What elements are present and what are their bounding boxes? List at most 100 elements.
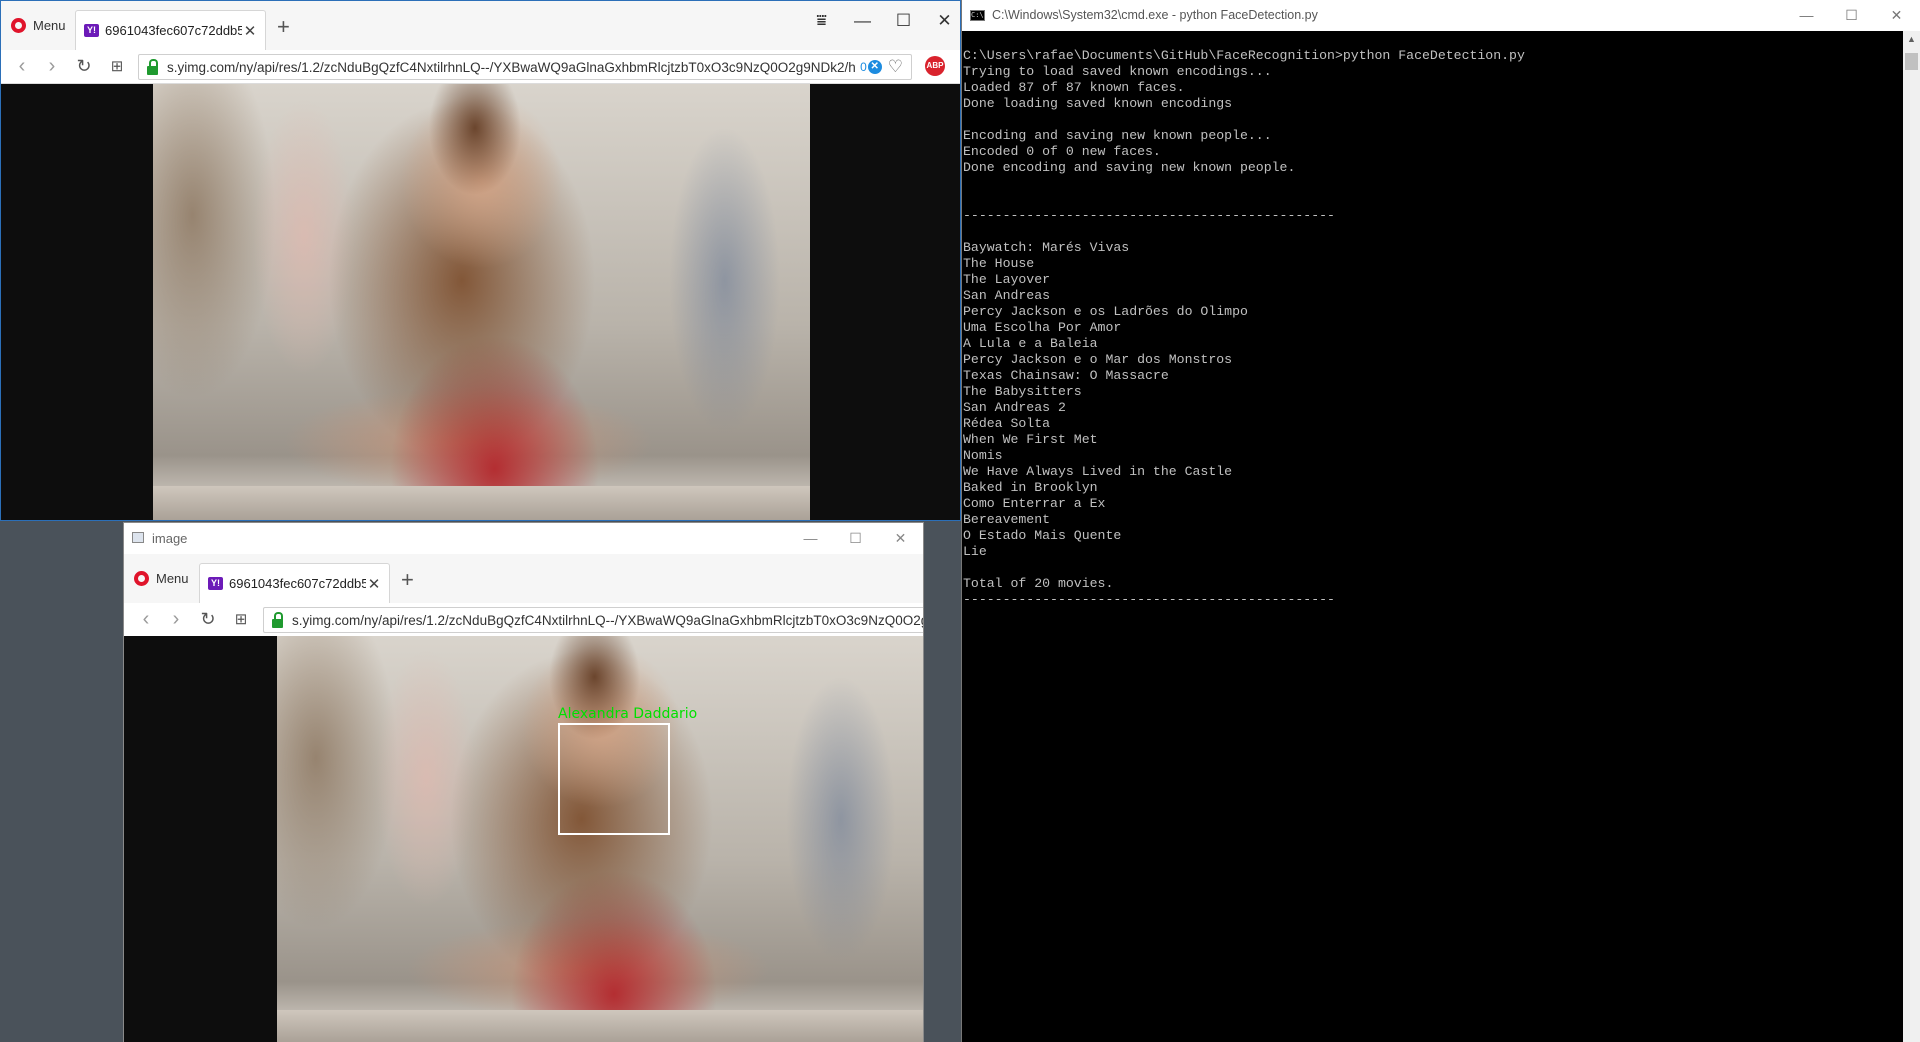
console-line: Nomis <box>963 448 1003 463</box>
console-output: C:\Users\rafae\Documents\GitHub\FaceReco… <box>963 48 1525 608</box>
console-line: Encoding and saving new known people... <box>963 128 1272 143</box>
image-window-titlebar: image — ☐ ✕ <box>124 523 923 555</box>
console-body[interactable]: C:\Users\rafae\Documents\GitHub\FaceReco… <box>962 31 1920 1042</box>
image-window-title: image <box>152 531 188 546</box>
opera-menu-button[interactable]: Menu <box>11 1 66 50</box>
console-line: Uma Escolha Por Amor <box>963 320 1122 335</box>
blocked-count: 0 <box>860 60 867 74</box>
annotated-photo-image <box>277 636 923 1042</box>
console-window: C:\ C:\Windows\System32\cmd.exe - python… <box>961 0 1920 1042</box>
reload-button[interactable]: ↻ <box>73 50 95 83</box>
image-window: image — ☐ ✕ Menu Y! 6961043fec607c72ddb5… <box>123 522 924 1042</box>
opera-logo-icon <box>11 18 26 33</box>
browser-window-top: Menu Y! 6961043fec607c72ddb531 ✕ + ⩸ — ☐… <box>0 0 961 521</box>
face-label: Alexandra Daddario <box>558 706 698 722</box>
address-toolbar: ‹ › ↻ ⊞ s.yimg.com/ny/api/res/1.2/zcNduB… <box>124 603 923 637</box>
console-close-button[interactable]: ✕ <box>1874 0 1919 35</box>
speed-dial-icon[interactable]: ⊞ <box>230 603 252 636</box>
back-button[interactable]: ‹ <box>135 603 157 636</box>
menu-label: Menu <box>156 571 189 586</box>
photo-table <box>153 486 810 520</box>
blocker-badge-icon[interactable]: ✕ <box>867 60 882 74</box>
tab-title: 6961043fec607c72ddb531 <box>229 576 366 591</box>
back-button[interactable]: ‹ <box>11 50 33 83</box>
cmd-app-icon: C:\ <box>970 10 985 21</box>
address-bar[interactable]: s.yimg.com/ny/api/res/1.2/zcNduBgQzfC4Nx… <box>263 607 924 633</box>
menu-label: Menu <box>33 18 66 33</box>
tab-title: 6961043fec607c72ddb531 <box>105 23 242 38</box>
minimize-button[interactable]: — <box>842 1 883 41</box>
forward-button[interactable]: › <box>41 50 63 83</box>
tab-active[interactable]: Y! 6961043fec607c72ddb531 ✕ <box>199 563 390 603</box>
tab-menu-icon[interactable]: ⩸ <box>801 1 842 41</box>
console-line: Como Enterrar a Ex <box>963 496 1106 511</box>
tab-close-icon[interactable]: ✕ <box>242 22 258 40</box>
console-line: When We First Met <box>963 432 1098 447</box>
console-line: Encoded 0 of 0 new faces. <box>963 144 1161 159</box>
scrollbar-thumb[interactable] <box>1905 53 1918 70</box>
console-minimize-button[interactable]: — <box>1784 0 1829 35</box>
console-line: ----------------------------------------… <box>963 592 1335 607</box>
console-line: A Lula e a Baleia <box>963 336 1098 351</box>
tab-active[interactable]: Y! 6961043fec607c72ddb531 ✕ <box>75 10 266 50</box>
photo-image <box>153 84 810 520</box>
console-line: Baked in Brooklyn <box>963 480 1098 495</box>
console-line: Percy Jackson e o Mar dos Monstros <box>963 352 1233 367</box>
face-bounding-box <box>558 723 670 835</box>
opera-menu-button[interactable]: Menu <box>134 554 189 603</box>
secure-lock-icon <box>272 611 283 628</box>
console-scrollbar[interactable]: ▲ <box>1903 31 1920 1042</box>
console-line: The Layover <box>963 272 1051 287</box>
forward-button[interactable]: › <box>165 603 187 636</box>
url-text: s.yimg.com/ny/api/res/1.2/zcNduBgQzfC4Nx… <box>292 612 924 628</box>
console-line: C:\Users\rafae\Documents\GitHub\FaceReco… <box>963 48 1525 63</box>
console-line: ----------------------------------------… <box>963 208 1335 223</box>
adblock-plus-icon[interactable]: ABP <box>925 56 945 76</box>
tab-bar: Menu Y! 6961043fec607c72ddb531 ✕ + ⩸ — ☐… <box>1 1 960 51</box>
window-app-icon <box>132 532 144 543</box>
console-line: The House <box>963 256 1035 271</box>
console-line: Done loading saved known encodings <box>963 96 1233 111</box>
console-line: San Andreas 2 <box>963 400 1066 415</box>
console-line: Percy Jackson e os Ladrões do Olimpo <box>963 304 1248 319</box>
reload-button[interactable]: ↻ <box>197 603 219 636</box>
close-window-button[interactable]: ✕ <box>924 1 960 41</box>
opera-logo-icon <box>134 571 149 586</box>
url-text: s.yimg.com/ny/api/res/1.2/zcNduBgQzfC4Nx… <box>167 59 857 75</box>
address-toolbar: ‹ › ↻ ⊞ s.yimg.com/ny/api/res/1.2/zcNduB… <box>1 50 960 84</box>
console-line: Loaded 87 of 87 known faces. <box>963 80 1185 95</box>
page-viewport <box>1 84 960 520</box>
new-tab-button[interactable]: + <box>401 566 414 594</box>
new-tab-button[interactable]: + <box>277 13 290 41</box>
bookmark-heart-icon[interactable]: ♡ <box>888 57 903 77</box>
console-line: Rédea Solta <box>963 416 1051 431</box>
console-line: San Andreas <box>963 288 1051 303</box>
image-minimize-button[interactable]: — <box>788 523 833 558</box>
console-line: Texas Chainsaw: O Massacre <box>963 368 1169 383</box>
console-titlebar: C:\ C:\Windows\System32\cmd.exe - python… <box>962 0 1920 31</box>
tab-close-icon[interactable]: ✕ <box>366 575 382 593</box>
console-line: Bereavement <box>963 512 1051 527</box>
console-maximize-button[interactable]: ☐ <box>1829 0 1874 35</box>
image-maximize-button[interactable]: ☐ <box>833 523 878 558</box>
speed-dial-icon[interactable]: ⊞ <box>106 50 128 83</box>
scroll-up-arrow-icon[interactable]: ▲ <box>1903 31 1920 48</box>
console-line: O Estado Mais Quente <box>963 528 1122 543</box>
page-viewport: Alexandra Daddario <box>124 636 923 1042</box>
console-line: Baywatch: Marés Vivas <box>963 240 1130 255</box>
secure-lock-icon <box>147 58 158 75</box>
console-line: Total of 20 movies. <box>963 576 1114 591</box>
console-line: Lie <box>963 544 987 559</box>
photo-table <box>277 1010 923 1042</box>
address-bar[interactable]: s.yimg.com/ny/api/res/1.2/zcNduBgQzfC4Nx… <box>138 54 912 80</box>
image-close-button[interactable]: ✕ <box>878 523 923 558</box>
console-line: Done encoding and saving new known peopl… <box>963 160 1296 175</box>
console-line: We Have Always Lived in the Castle <box>963 464 1233 479</box>
maximize-button[interactable]: ☐ <box>883 1 924 41</box>
yahoo-favicon-icon: Y! <box>208 577 223 590</box>
console-line: The Babysitters <box>963 384 1082 399</box>
